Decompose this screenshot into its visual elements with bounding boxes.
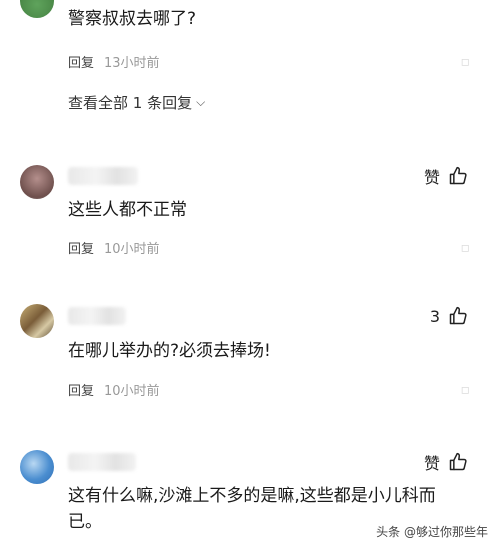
comment-time: 10小时前: [104, 242, 160, 257]
comment-item: 3 在哪儿举办的?必须去捧场! 回复 10小时前 ▫: [0, 300, 502, 420]
avatar[interactable]: [20, 165, 54, 199]
view-all-replies-label: 查看全部 1 条回复: [68, 94, 193, 112]
comment-meta: 回复 10小时前: [68, 238, 160, 257]
username[interactable]: [68, 453, 136, 471]
like-button[interactable]: 赞: [424, 164, 468, 188]
avatar[interactable]: [20, 0, 54, 18]
like-label: 赞: [423, 454, 440, 473]
thumbs-up-icon: [449, 306, 467, 325]
reply-button[interactable]: 回复: [68, 380, 94, 399]
more-options-icon[interactable]: ▫: [461, 54, 471, 70]
username[interactable]: [68, 167, 138, 185]
comment-time: 10小时前: [104, 384, 160, 399]
comment-text: 这些人都不正常: [68, 200, 187, 220]
comment-meta: 回复 10小时前: [68, 380, 160, 399]
avatar[interactable]: [20, 304, 54, 338]
like-count: 3: [429, 306, 440, 326]
thumbs-up-icon: [449, 166, 467, 185]
thumbs-up-icon: [449, 452, 467, 471]
like-button[interactable]: 3: [430, 306, 468, 326]
watermark: 头条 @够过你那些年: [376, 523, 488, 540]
more-options-icon[interactable]: ▫: [461, 240, 471, 256]
comment-text: 警察叔叔去哪了?: [68, 9, 197, 29]
comment-text: 在哪儿举办的?必须去捧场!: [68, 341, 271, 361]
reply-button[interactable]: 回复: [68, 238, 94, 257]
comment-item: 警察叔叔去哪了? 回复 13小时前 ▫ 查看全部 1 条回复 ⌵: [0, 0, 502, 140]
username[interactable]: [68, 307, 126, 325]
avatar[interactable]: [20, 450, 54, 484]
more-options-icon[interactable]: ▫: [461, 382, 471, 398]
watermark-text: 头条 @够过你那些年: [376, 525, 488, 539]
like-button[interactable]: 赞: [424, 450, 468, 474]
chevron-down-icon: ⌵: [196, 95, 206, 109]
comment-time: 13小时前: [104, 56, 160, 71]
comment-item: 赞 这些人都不正常 回复 10小时前 ▫: [0, 160, 502, 280]
comment-meta: 回复 13小时前: [68, 52, 160, 71]
view-all-replies-button[interactable]: 查看全部 1 条回复 ⌵: [68, 92, 205, 113]
like-label: 赞: [423, 168, 440, 187]
reply-button[interactable]: 回复: [68, 52, 94, 71]
